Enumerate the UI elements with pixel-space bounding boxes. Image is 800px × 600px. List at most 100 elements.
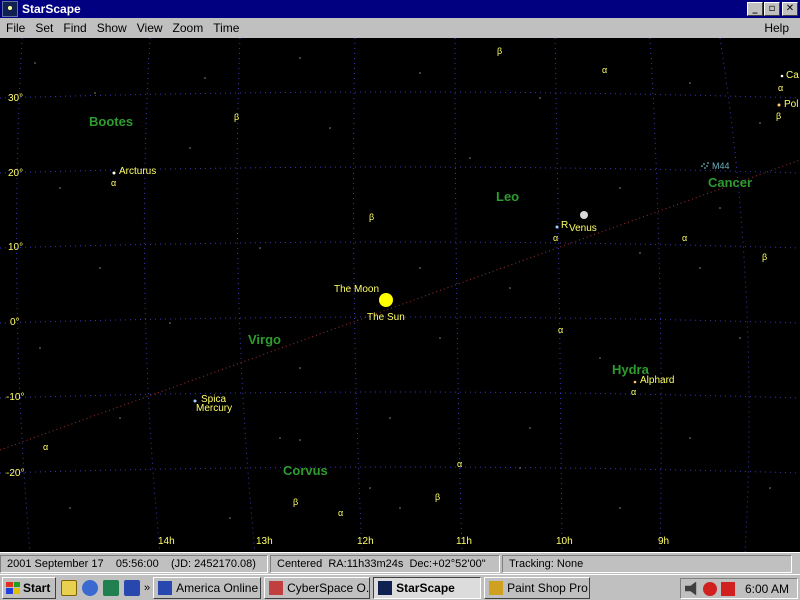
menu-find[interactable]: Find — [58, 21, 91, 35]
window-controls: _ ▫ ✕ — [746, 2, 798, 16]
sun-disc[interactable] — [379, 293, 393, 307]
taskbar: Start » America Online CyberSpace O... S… — [0, 574, 800, 600]
dec-label-20: 20° — [8, 168, 24, 179]
close-button[interactable]: ✕ — [782, 2, 798, 16]
greek-alpha: α — [111, 178, 117, 188]
ra-label-9h: 9h — [658, 536, 670, 547]
tray-app-icon[interactable] — [721, 581, 735, 596]
greek-beta: β — [293, 497, 299, 507]
greek-beta: β — [497, 46, 503, 56]
dec-label-10: 10° — [8, 242, 24, 253]
greek-alpha: α — [682, 233, 688, 243]
greek-beta: β — [234, 112, 240, 122]
greek-beta: β — [435, 492, 441, 502]
greek-alpha: α — [602, 65, 608, 75]
m44-label[interactable]: M44 — [712, 161, 730, 171]
system-tray: 6:00 AM — [680, 578, 798, 599]
clock[interactable]: 6:00 AM — [745, 582, 789, 596]
task-america-online[interactable]: America Online — [153, 576, 262, 599]
dec-label-0: 0° — [10, 317, 20, 328]
aol-icon — [158, 580, 173, 595]
status-centered: Centered RA:11h33m24s Dec:+02°52'00" — [270, 554, 500, 573]
greek-alpha: α — [457, 459, 463, 469]
quicklaunch-ie-icon[interactable] — [82, 579, 98, 596]
status-bar: 2001 September 17 05:56:00 (JD: 2452170.… — [0, 552, 800, 574]
sun-label[interactable]: The Sun — [367, 312, 405, 323]
task-cyberspace[interactable]: CyberSpace O... — [264, 576, 371, 599]
greek-alpha: α — [631, 387, 637, 397]
status-tracking: Tracking: None — [502, 554, 792, 573]
menu-set[interactable]: Set — [30, 21, 58, 35]
moon-label[interactable]: The Moon — [334, 284, 379, 295]
menu-file[interactable]: File — [0, 21, 30, 35]
constellation-corvus[interactable]: Corvus — [283, 463, 328, 478]
star-label-alphard[interactable]: Alphard — [640, 375, 674, 386]
pollux-point[interactable] — [777, 103, 781, 107]
status-datetime: 2001 September 17 05:56:00 (JD: 2452170.… — [0, 554, 268, 573]
tray-app-icon[interactable] — [703, 581, 717, 596]
quicklaunch-aol-icon[interactable] — [124, 579, 140, 596]
status-time: 05:56:00 — [115, 557, 159, 570]
title-bar: StarScape _ ▫ ✕ — [0, 0, 800, 18]
task-label: Paint Shop Pro — [507, 580, 588, 595]
menu-show[interactable]: Show — [92, 21, 132, 35]
volume-icon[interactable] — [685, 581, 697, 596]
quicklaunch-more-icon[interactable]: » — [144, 582, 150, 594]
venus-label[interactable]: Venus — [569, 223, 597, 234]
menu-bar: File Set Find Show View Zoom Time Help — [0, 18, 800, 38]
star-label-castor[interactable]: Ca — [786, 70, 799, 81]
ra-label-12h: 12h — [357, 536, 374, 547]
venus-disc[interactable] — [580, 211, 588, 219]
maximize-button[interactable]: ▫ — [764, 2, 780, 16]
cyberspace-icon — [269, 580, 284, 595]
star-label-regulus[interactable]: R — [561, 220, 568, 231]
constellation-bootes[interactable]: Bootes — [89, 114, 133, 129]
alphard-point[interactable] — [633, 380, 637, 384]
app-icon[interactable] — [2, 1, 18, 17]
ra-label-13h: 13h — [256, 536, 273, 547]
star-label-pollux[interactable]: Pol — [784, 99, 798, 110]
greek-alpha: α — [778, 83, 784, 93]
star-label-arcturus[interactable]: Arcturus — [119, 166, 156, 177]
paint-shop-pro-icon — [489, 580, 504, 595]
greek-alpha: α — [553, 233, 559, 243]
dec-label-minus10: -10° — [6, 392, 25, 403]
sky-chart[interactable]: 30° 20° 10° 0° -10° -20° 14h 13h 12h 11h… — [0, 38, 800, 552]
status-date: 2001 September 17 — [7, 557, 104, 570]
minimize-button[interactable]: _ — [747, 2, 763, 16]
ecliptic-line — [0, 159, 800, 451]
menu-help[interactable]: Help — [759, 21, 794, 35]
regulus-point[interactable] — [555, 225, 559, 229]
start-label: Start — [23, 580, 51, 595]
greek-beta: β — [762, 252, 768, 262]
menu-view[interactable]: View — [132, 21, 168, 35]
greek-beta: β — [776, 111, 782, 121]
task-paint-shop-pro[interactable]: Paint Shop Pro — [484, 576, 591, 599]
constellation-virgo[interactable]: Virgo — [248, 332, 281, 347]
window-title: StarScape — [22, 2, 81, 16]
greek-alpha: α — [338, 508, 344, 518]
menu-time[interactable]: Time — [208, 21, 244, 35]
greek-alpha: α — [558, 325, 564, 335]
task-label: StarScape — [396, 580, 455, 595]
status-jd: (JD: 2452170.08) — [170, 557, 256, 570]
quicklaunch-desktop-icon[interactable] — [103, 579, 119, 596]
dec-label-30: 30° — [8, 93, 24, 104]
greek-alpha: α — [43, 442, 49, 452]
task-label: America Online — [176, 580, 259, 595]
constellation-cancer[interactable]: Cancer — [708, 175, 752, 190]
dec-label-minus20: -20° — [6, 468, 25, 479]
menu-zoom[interactable]: Zoom — [168, 21, 209, 35]
constellation-leo[interactable]: Leo — [496, 189, 519, 204]
start-button[interactable]: Start — [2, 576, 56, 599]
task-starscape[interactable]: StarScape — [373, 576, 482, 599]
quicklaunch-notes-icon[interactable] — [61, 579, 77, 596]
mercury-label[interactable]: Mercury — [196, 403, 232, 414]
arcturus-point[interactable] — [112, 171, 116, 175]
castor-point[interactable] — [780, 74, 784, 78]
m44-cluster[interactable] — [701, 162, 709, 169]
starscape-icon — [378, 580, 393, 595]
windows-logo-icon — [6, 581, 20, 594]
greek-beta: β — [369, 212, 375, 222]
ra-label-10h: 10h — [556, 536, 573, 547]
